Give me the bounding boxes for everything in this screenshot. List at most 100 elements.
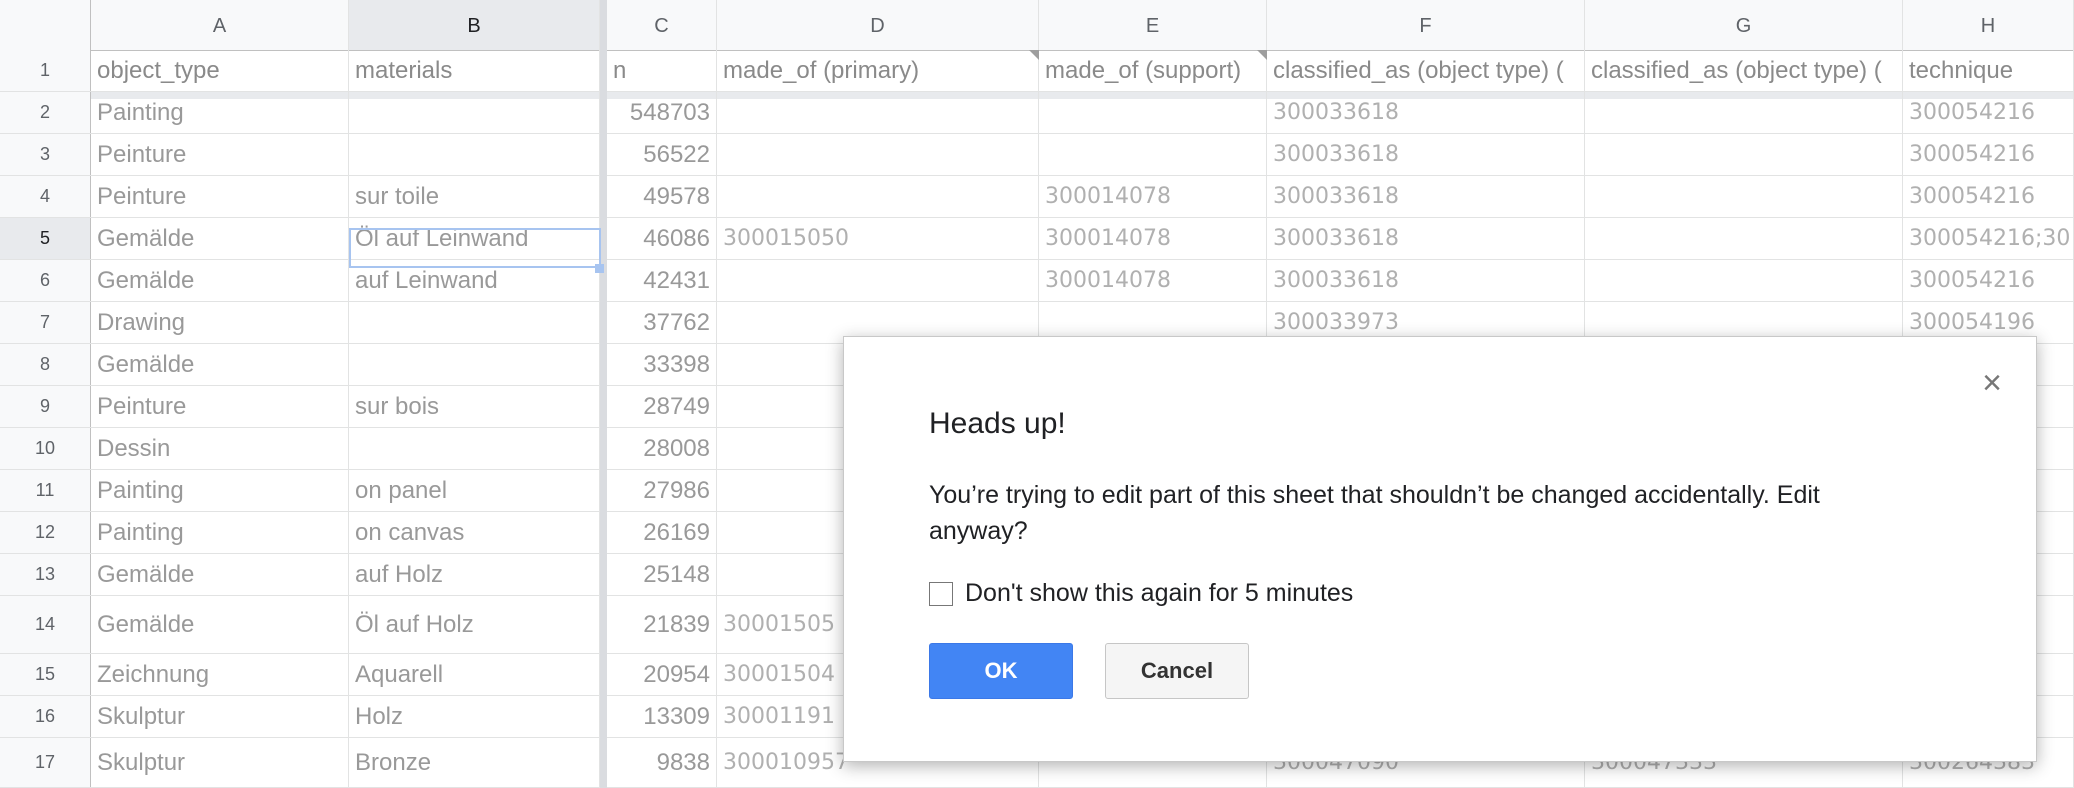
cell[interactable]: 25148 xyxy=(607,554,717,595)
cell[interactable]: 9838 xyxy=(607,738,717,787)
cell[interactable]: Bronze xyxy=(349,738,600,787)
cell[interactable]: materials xyxy=(349,50,600,91)
cell[interactable]: made_of (primary) xyxy=(717,50,1039,91)
cell[interactable]: 20954 xyxy=(607,654,717,695)
cell[interactable] xyxy=(1585,176,1903,217)
cell[interactable] xyxy=(1585,134,1903,175)
row-number[interactable]: 9 xyxy=(0,386,91,427)
column-header-c[interactable]: C xyxy=(607,0,717,50)
cell[interactable] xyxy=(349,344,600,385)
cell[interactable]: Painting xyxy=(91,92,349,133)
cell[interactable]: on canvas xyxy=(349,512,600,553)
cell[interactable]: 300054216 xyxy=(1903,134,2074,175)
cell[interactable]: 300054216 xyxy=(1903,176,2074,217)
cell[interactable]: 26169 xyxy=(607,512,717,553)
column-header-f[interactable]: F xyxy=(1267,0,1585,50)
cell[interactable]: object_type xyxy=(91,50,349,91)
cell[interactable]: Holz xyxy=(349,696,600,737)
cell[interactable]: 33398 xyxy=(607,344,717,385)
row-number[interactable]: 17 xyxy=(0,738,91,787)
cell[interactable]: Peinture xyxy=(91,134,349,175)
cell[interactable]: 28008 xyxy=(607,428,717,469)
row-number[interactable]: 13 xyxy=(0,554,91,595)
row-number[interactable]: 1 xyxy=(0,50,91,91)
cell[interactable]: 300033618 xyxy=(1267,176,1585,217)
row-number[interactable]: 7 xyxy=(0,302,91,343)
cell[interactable]: 46086 xyxy=(607,218,717,259)
cell[interactable]: 300015050 xyxy=(717,218,1039,259)
row-number[interactable]: 11 xyxy=(0,470,91,511)
cell[interactable]: Painting xyxy=(91,470,349,511)
cell[interactable]: sur toile xyxy=(349,176,600,217)
column-header-h[interactable]: H xyxy=(1903,0,2074,50)
cell[interactable]: 300054216 xyxy=(1903,92,2074,133)
cell[interactable] xyxy=(717,176,1039,217)
cell[interactable] xyxy=(349,92,600,133)
column-header-e[interactable]: E xyxy=(1039,0,1267,50)
cell[interactable] xyxy=(717,260,1039,301)
cell[interactable] xyxy=(349,302,600,343)
ok-button[interactable]: OK xyxy=(929,643,1073,699)
cell[interactable]: made_of (support) xyxy=(1039,50,1267,91)
cell[interactable]: Dessin xyxy=(91,428,349,469)
row-number[interactable]: 5 xyxy=(0,218,91,259)
cell[interactable]: technique xyxy=(1903,50,2074,91)
fill-handle[interactable] xyxy=(595,264,604,273)
cell[interactable]: 548703 xyxy=(607,92,717,133)
row-number[interactable]: 3 xyxy=(0,134,91,175)
cell[interactable] xyxy=(1039,134,1267,175)
cell[interactable]: 28749 xyxy=(607,386,717,427)
cell[interactable]: Gemälde xyxy=(91,218,349,259)
row-number[interactable]: 8 xyxy=(0,344,91,385)
cell[interactable]: 13309 xyxy=(607,696,717,737)
row-number[interactable]: 10 xyxy=(0,428,91,469)
cell[interactable]: classified_as (object type) ( xyxy=(1585,50,1903,91)
row-number[interactable]: 4 xyxy=(0,176,91,217)
cell[interactable] xyxy=(1585,260,1903,301)
cell[interactable]: sur bois xyxy=(349,386,600,427)
cell[interactable]: 42431 xyxy=(607,260,717,301)
cell[interactable]: 37762 xyxy=(607,302,717,343)
cell[interactable] xyxy=(349,134,600,175)
cell[interactable]: 300033618 xyxy=(1267,260,1585,301)
cell[interactable]: 300033618 xyxy=(1267,92,1585,133)
cell[interactable]: Aquarell xyxy=(349,654,600,695)
cell[interactable]: 56522 xyxy=(607,134,717,175)
cell[interactable]: Gemälde xyxy=(91,260,349,301)
column-header-a[interactable]: A xyxy=(91,0,349,50)
cancel-button[interactable]: Cancel xyxy=(1105,643,1249,699)
frozen-column-divider[interactable] xyxy=(600,0,607,788)
cell[interactable]: 300033618 xyxy=(1267,218,1585,259)
cell[interactable]: Gemälde xyxy=(91,554,349,595)
cell[interactable]: Skulptur xyxy=(91,738,349,787)
column-header-d[interactable]: D xyxy=(717,0,1039,50)
cell[interactable]: 300054216 xyxy=(1903,260,2074,301)
cell[interactable]: 300014078 xyxy=(1039,260,1267,301)
cell[interactable]: auf Leinwand xyxy=(349,260,600,301)
cell[interactable] xyxy=(1585,218,1903,259)
cell[interactable]: n xyxy=(607,50,717,91)
row-number[interactable]: 14 xyxy=(0,596,91,653)
row-number[interactable]: 2 xyxy=(0,92,91,133)
cell[interactable]: classified_as (object type) ( xyxy=(1267,50,1585,91)
select-all-corner[interactable] xyxy=(0,0,91,50)
cell[interactable]: Gemälde xyxy=(91,596,349,653)
cell[interactable]: Painting xyxy=(91,512,349,553)
cell[interactable]: 49578 xyxy=(607,176,717,217)
column-header-b[interactable]: B xyxy=(349,0,600,50)
cell[interactable]: Öl auf Holz xyxy=(349,596,600,653)
cell[interactable] xyxy=(349,428,600,469)
row-number[interactable]: 16 xyxy=(0,696,91,737)
dont-show-again-label[interactable]: Don't show this again for 5 minutes xyxy=(965,579,1353,608)
cell[interactable] xyxy=(1585,92,1903,133)
cell[interactable]: Peinture xyxy=(91,386,349,427)
cell[interactable]: 300014078 xyxy=(1039,218,1267,259)
cell[interactable]: on panel xyxy=(349,470,600,511)
cell[interactable] xyxy=(717,92,1039,133)
cell[interactable]: Öl auf Leinwand xyxy=(349,218,600,259)
cell[interactable] xyxy=(1039,92,1267,133)
cell[interactable]: Zeichnung xyxy=(91,654,349,695)
cell[interactable]: 300054216;30 xyxy=(1903,218,2074,259)
cell[interactable] xyxy=(717,134,1039,175)
cell[interactable]: 300033618 xyxy=(1267,134,1585,175)
